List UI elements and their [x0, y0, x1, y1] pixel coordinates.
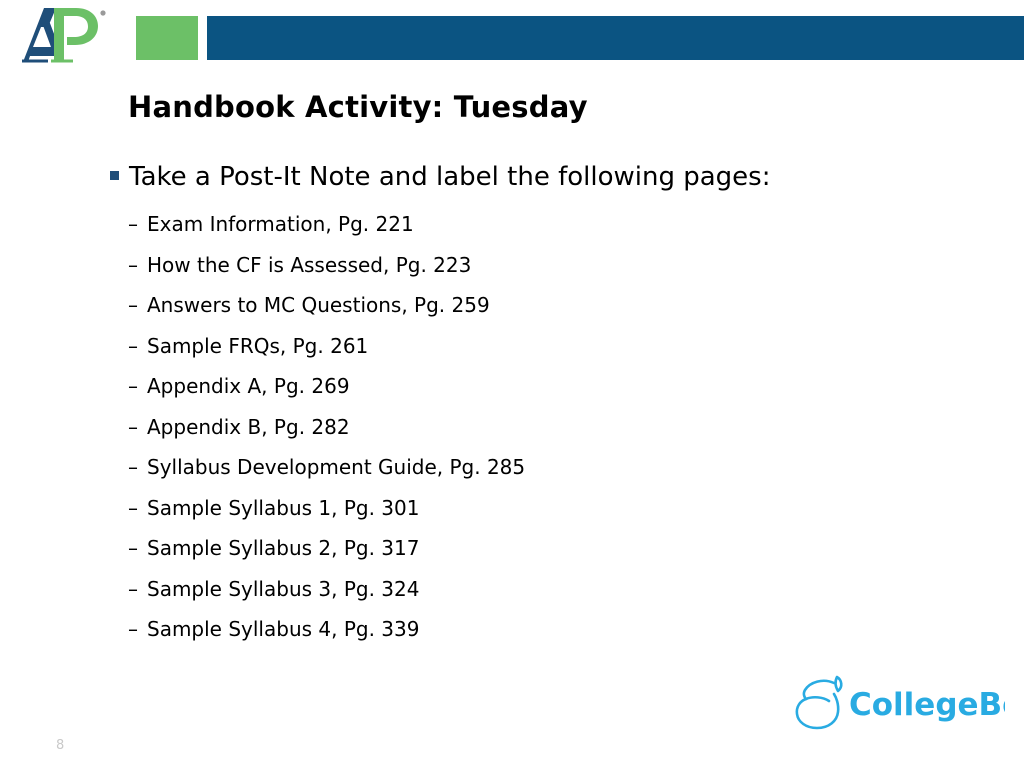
slide-body: Take a Post-It Note and label the follow… [110, 160, 990, 650]
list-item-label: How the CF is Assessed, Pg. 223 [147, 252, 472, 277]
dash-bullet-icon: – [128, 414, 138, 439]
list-item-label: Exam Information, Pg. 221 [147, 212, 414, 236]
list-item: – Sample Syllabus 3, Pg. 324 [110, 569, 990, 610]
dash-bullet-icon: – [128, 455, 138, 479]
page-title: Handbook Activity: Tuesday [128, 90, 588, 124]
list-item: – Appendix A, Pg. 269 [110, 366, 990, 407]
lead-bullet-item: Take a Post-It Note and label the follow… [110, 160, 990, 194]
lead-bullet-label: Take a Post-It Note and label the follow… [129, 162, 771, 192]
dash-bullet-icon: – [128, 536, 138, 560]
list-item: – Sample Syllabus 1, Pg. 301 [110, 488, 990, 529]
list-item-label: Appendix B, Pg. 282 [147, 414, 350, 439]
list-item-label: Sample FRQs, Pg. 261 [147, 333, 369, 358]
list-item-label: Sample Syllabus 3, Pg. 324 [147, 576, 420, 601]
dash-bullet-icon: – [128, 617, 138, 641]
header-green-square [136, 16, 198, 60]
list-item-label: Syllabus Development Guide, Pg. 285 [147, 455, 526, 479]
list-item-label: Sample Syllabus 4, Pg. 339 [147, 617, 420, 641]
dash-bullet-icon: – [128, 576, 138, 601]
page-number: 8 [56, 738, 65, 753]
acorn-icon [795, 675, 843, 730]
slide-header [0, 0, 1024, 72]
dash-bullet-icon: – [128, 495, 138, 520]
list-item-label: Sample Syllabus 2, Pg. 317 [147, 536, 420, 560]
list-item: – Exam Information, Pg. 221 [110, 204, 990, 245]
dash-bullet-icon: – [128, 374, 138, 398]
list-item: – Sample Syllabus 2, Pg. 317 [110, 528, 990, 569]
list-item: – Appendix B, Pg. 282 [110, 407, 990, 448]
list-item-label: Appendix A, Pg. 269 [147, 374, 350, 398]
list-item: – Sample Syllabus 4, Pg. 339 [110, 609, 990, 650]
square-bullet-icon [110, 171, 119, 180]
list-item-label: Sample Syllabus 1, Pg. 301 [147, 495, 420, 520]
collegeboard-wordmark: CollegeBoard [849, 687, 1005, 723]
dash-bullet-icon: – [128, 293, 138, 317]
dash-bullet-icon: – [128, 212, 138, 236]
handbook-page-list: – Exam Information, Pg. 221 – How the CF… [110, 204, 990, 650]
collegeboard-logo: CollegeBoard [793, 674, 1005, 732]
dash-bullet-icon: – [128, 333, 138, 358]
list-item: – Answers to MC Questions, Pg. 259 [110, 285, 990, 326]
list-item: – Syllabus Development Guide, Pg. 285 [110, 447, 990, 488]
ap-logo [18, 4, 118, 66]
list-item: – How the CF is Assessed, Pg. 223 [110, 245, 990, 286]
dash-bullet-icon: – [128, 252, 138, 277]
list-item: – Sample FRQs, Pg. 261 [110, 326, 990, 367]
list-item-label: Answers to MC Questions, Pg. 259 [147, 293, 490, 317]
header-blue-bar [207, 16, 1024, 60]
